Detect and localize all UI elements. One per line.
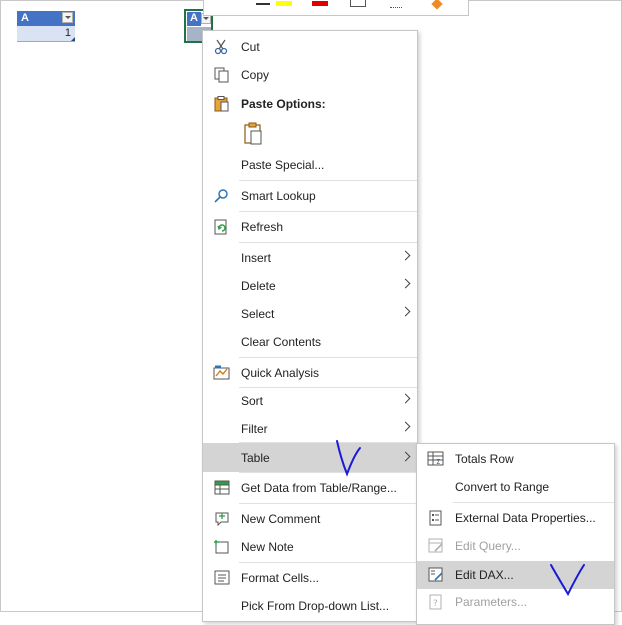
align-icon[interactable] xyxy=(256,3,270,5)
note-icon xyxy=(213,539,231,555)
menu-item-label: Format Cells... xyxy=(241,571,320,585)
menu-separator xyxy=(239,180,417,181)
search-icon xyxy=(213,188,231,204)
menu-item-select[interactable]: Select xyxy=(203,301,417,327)
menu-separator xyxy=(239,503,417,504)
menu-item-insert[interactable]: Insert xyxy=(203,245,417,271)
menu-item-label: New Note xyxy=(241,540,294,554)
edit-query-icon xyxy=(427,538,445,554)
menu-item-label: Table xyxy=(241,451,270,465)
submenu-item-edit-query[interactable]: Edit Query... xyxy=(417,533,614,559)
properties-icon xyxy=(427,510,445,526)
paste-option-button[interactable] xyxy=(241,121,267,147)
table-grid-icon xyxy=(213,480,231,496)
menu-separator xyxy=(239,242,417,243)
menu-item-filter[interactable]: Filter xyxy=(203,416,417,442)
menu-item-copy[interactable]: Copy xyxy=(203,62,417,88)
menu-item-label: Pick From Drop-down List... xyxy=(241,599,390,613)
filter-dropdown-button[interactable] xyxy=(62,12,73,23)
chevron-right-icon xyxy=(400,278,411,289)
menu-item-paste-special[interactable]: Paste Special... xyxy=(203,152,417,178)
annotation-checkmark xyxy=(333,438,363,478)
menu-item-smart-lookup[interactable]: Smart Lookup xyxy=(203,183,417,209)
menu-item-label: Copy xyxy=(241,68,270,82)
menu-item-refresh[interactable]: Refresh xyxy=(203,214,417,240)
menu-item-label: Quick Analysis xyxy=(241,366,320,380)
table-resize-handle[interactable] xyxy=(71,37,75,41)
chevron-right-icon xyxy=(400,451,411,462)
menu-item-pick-from-list[interactable]: Pick From Drop-down List... xyxy=(203,593,417,619)
format-cells-icon xyxy=(213,570,231,586)
menu-item-label: Delete xyxy=(241,279,276,293)
menu-separator xyxy=(239,211,417,212)
copy-icon xyxy=(213,67,231,83)
parameters-icon: ? xyxy=(427,594,445,610)
menu-item-sort[interactable]: Sort xyxy=(203,388,417,414)
context-menu: Cut Copy Paste Options: Paste Special...… xyxy=(202,30,418,622)
menu-item-table[interactable]: Table xyxy=(203,443,417,472)
edit-dax-icon xyxy=(427,567,445,583)
menu-item-format-cells[interactable]: Format Cells... xyxy=(203,565,417,591)
mini-toolbar xyxy=(203,0,469,16)
table-1-header-label: A xyxy=(21,12,29,24)
submenu-item-convert-to-range[interactable]: Convert to Range xyxy=(417,474,614,500)
menu-item-label: Refresh xyxy=(241,220,284,234)
menu-item-label: Paste Special... xyxy=(241,158,325,172)
submenu-item-label: Edit Query... xyxy=(455,539,521,553)
submenu-item-totals-row[interactable]: Σ Totals Row xyxy=(417,446,614,472)
submenu-item-label: Parameters... xyxy=(455,595,528,609)
totals-row-icon: Σ xyxy=(427,451,445,467)
decimal-icon[interactable] xyxy=(390,3,402,8)
borders-icon[interactable] xyxy=(350,0,366,7)
menu-item-label: Smart Lookup xyxy=(241,189,316,203)
chevron-right-icon xyxy=(400,421,411,432)
menu-item-get-data[interactable]: Get Data from Table/Range... xyxy=(203,475,417,501)
chevron-right-icon xyxy=(400,250,411,261)
submenu-item-label: Convert to Range xyxy=(455,480,550,494)
table-2-header[interactable]: A xyxy=(187,12,201,26)
submenu-item-label: External Data Properties... xyxy=(455,511,596,525)
menu-item-delete[interactable]: Delete xyxy=(203,273,417,299)
submenu-item-label: Edit DAX... xyxy=(455,568,514,582)
menu-separator xyxy=(239,562,417,563)
menu-item-new-comment[interactable]: New Comment xyxy=(203,506,417,532)
format-painter-icon[interactable] xyxy=(431,0,443,10)
font-color-icon[interactable] xyxy=(312,1,328,6)
refresh-icon xyxy=(213,219,231,235)
menu-item-clear-contents[interactable]: Clear Contents xyxy=(203,329,417,355)
clipboard-icon xyxy=(213,96,231,112)
submenu-item-label: Totals Row xyxy=(455,452,514,466)
menu-item-label: New Comment xyxy=(241,512,321,526)
annotation-checkmark xyxy=(548,562,588,598)
chevron-right-icon xyxy=(400,393,411,404)
svg-text:Σ: Σ xyxy=(436,458,440,466)
svg-text:?: ? xyxy=(433,599,438,609)
table-1-header[interactable]: A xyxy=(17,11,75,26)
table-2-header-label: A xyxy=(190,12,198,24)
menu-separator xyxy=(239,472,417,473)
submenu-item-external-data-properties[interactable]: External Data Properties... xyxy=(417,505,614,531)
menu-item-label: Sort xyxy=(241,394,264,408)
scissors-icon xyxy=(213,39,231,55)
menu-item-label: Clear Contents xyxy=(241,335,322,349)
menu-item-cut[interactable]: Cut xyxy=(203,34,417,60)
menu-item-label: Cut xyxy=(241,40,260,54)
quick-analysis-icon xyxy=(213,365,231,381)
menu-item-quick-analysis[interactable]: Quick Analysis xyxy=(203,360,417,386)
table-1-cell[interactable]: 1 xyxy=(17,26,75,42)
menu-item-label: Select xyxy=(241,307,275,321)
menu-item-label: Filter xyxy=(241,422,268,436)
comment-icon xyxy=(213,511,231,527)
fill-color-icon[interactable] xyxy=(276,1,292,6)
menu-separator xyxy=(239,357,417,358)
chevron-right-icon xyxy=(400,306,411,317)
menu-item-label: Insert xyxy=(241,251,272,265)
menu-item-new-note[interactable]: New Note xyxy=(203,534,417,560)
menu-heading-label: Paste Options: xyxy=(241,97,326,111)
menu-item-label: Get Data from Table/Range... xyxy=(241,481,397,495)
menu-heading-paste-options: Paste Options: xyxy=(203,91,417,117)
submenu-separator xyxy=(453,502,614,503)
table-1: A 1 xyxy=(17,11,75,42)
